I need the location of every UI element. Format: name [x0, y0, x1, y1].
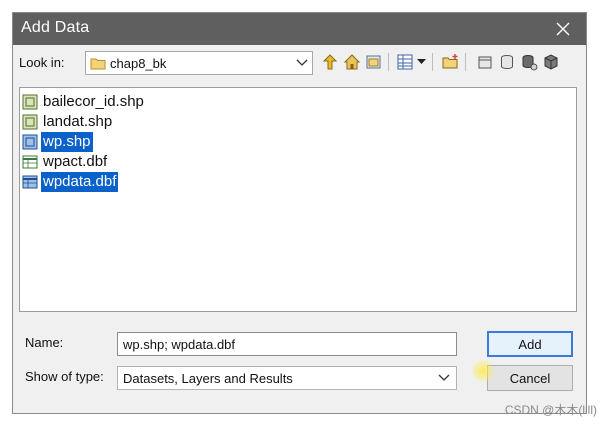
- watermark: CSDN @木木(llll): [504, 403, 597, 417]
- new-database-button[interactable]: [497, 51, 517, 73]
- shapefile-icon: [22, 94, 38, 110]
- view-dropdown-icon: [416, 59, 426, 64]
- home-icon: [343, 54, 361, 70]
- add-data-dialog: Add Data Look in: chap8_bk bailecor_id.s…: [12, 12, 587, 414]
- cancel-button[interactable]: Cancel: [487, 365, 573, 391]
- look-in-label: Look in:: [19, 55, 65, 70]
- up-one-level-icon: [322, 54, 338, 70]
- file-name: wpact.dbf: [43, 153, 108, 170]
- list-item[interactable]: wp.shp: [22, 132, 93, 152]
- file-name: bailecor_id.shp: [43, 93, 144, 110]
- list-item[interactable]: wpact.dbf: [22, 152, 109, 172]
- file-name: landat.shp: [43, 113, 113, 130]
- show-of-type-combo[interactable]: Datasets, Layers and Results: [117, 366, 457, 390]
- view-list-button[interactable]: [395, 51, 415, 73]
- close-button[interactable]: [540, 13, 586, 45]
- look-in-value: chap8_bk: [110, 56, 167, 71]
- cursor-highlight: [472, 360, 494, 382]
- chevron-down-icon: [296, 59, 308, 66]
- file-name: wpdata.dbf: [41, 172, 119, 192]
- server-connection-icon: [544, 54, 558, 70]
- show-of-type-value: Datasets, Layers and Results: [123, 371, 293, 386]
- list-item[interactable]: landat.shp: [22, 112, 114, 132]
- up-one-level-button[interactable]: [320, 51, 340, 73]
- file-list[interactable]: bailecor_id.shp landat.shp wp.shp wpact.…: [19, 87, 577, 312]
- view-dropdown-button[interactable]: [415, 51, 427, 73]
- file-name: wp.shp: [41, 132, 93, 152]
- list-item[interactable]: bailecor_id.shp: [22, 92, 146, 112]
- window-title: Add Data: [21, 19, 90, 36]
- look-in-combo[interactable]: chap8_bk: [85, 51, 313, 75]
- home-button[interactable]: [342, 51, 362, 73]
- shapefile-icon: [22, 134, 38, 150]
- new-folder-icon: [442, 54, 458, 69]
- shapefile-icon: [22, 114, 38, 130]
- title-bar[interactable]: Add Data: [13, 13, 586, 45]
- new-geodatabase-icon: [478, 56, 492, 69]
- new-geodatabase-button[interactable]: [475, 51, 495, 73]
- name-input[interactable]: [117, 332, 457, 356]
- database-connection-button[interactable]: [519, 51, 539, 73]
- new-folder-button[interactable]: [441, 51, 461, 73]
- connect-folder-icon: [366, 55, 381, 69]
- database-connection-icon: [522, 55, 538, 71]
- show-of-type-label: Show of type:: [25, 369, 104, 384]
- server-connection-button[interactable]: [541, 51, 561, 73]
- new-database-icon: [501, 55, 513, 69]
- add-button[interactable]: Add: [487, 331, 573, 357]
- view-list-icon: [397, 54, 413, 70]
- name-label: Name:: [25, 335, 64, 350]
- table-icon: [22, 155, 38, 169]
- connect-folder-button[interactable]: [364, 51, 384, 73]
- table-icon: [22, 175, 38, 189]
- list-item[interactable]: wpdata.dbf: [22, 172, 119, 192]
- folder-icon: [90, 58, 106, 70]
- chevron-down-icon: [438, 374, 450, 381]
- close-icon: [556, 22, 570, 36]
